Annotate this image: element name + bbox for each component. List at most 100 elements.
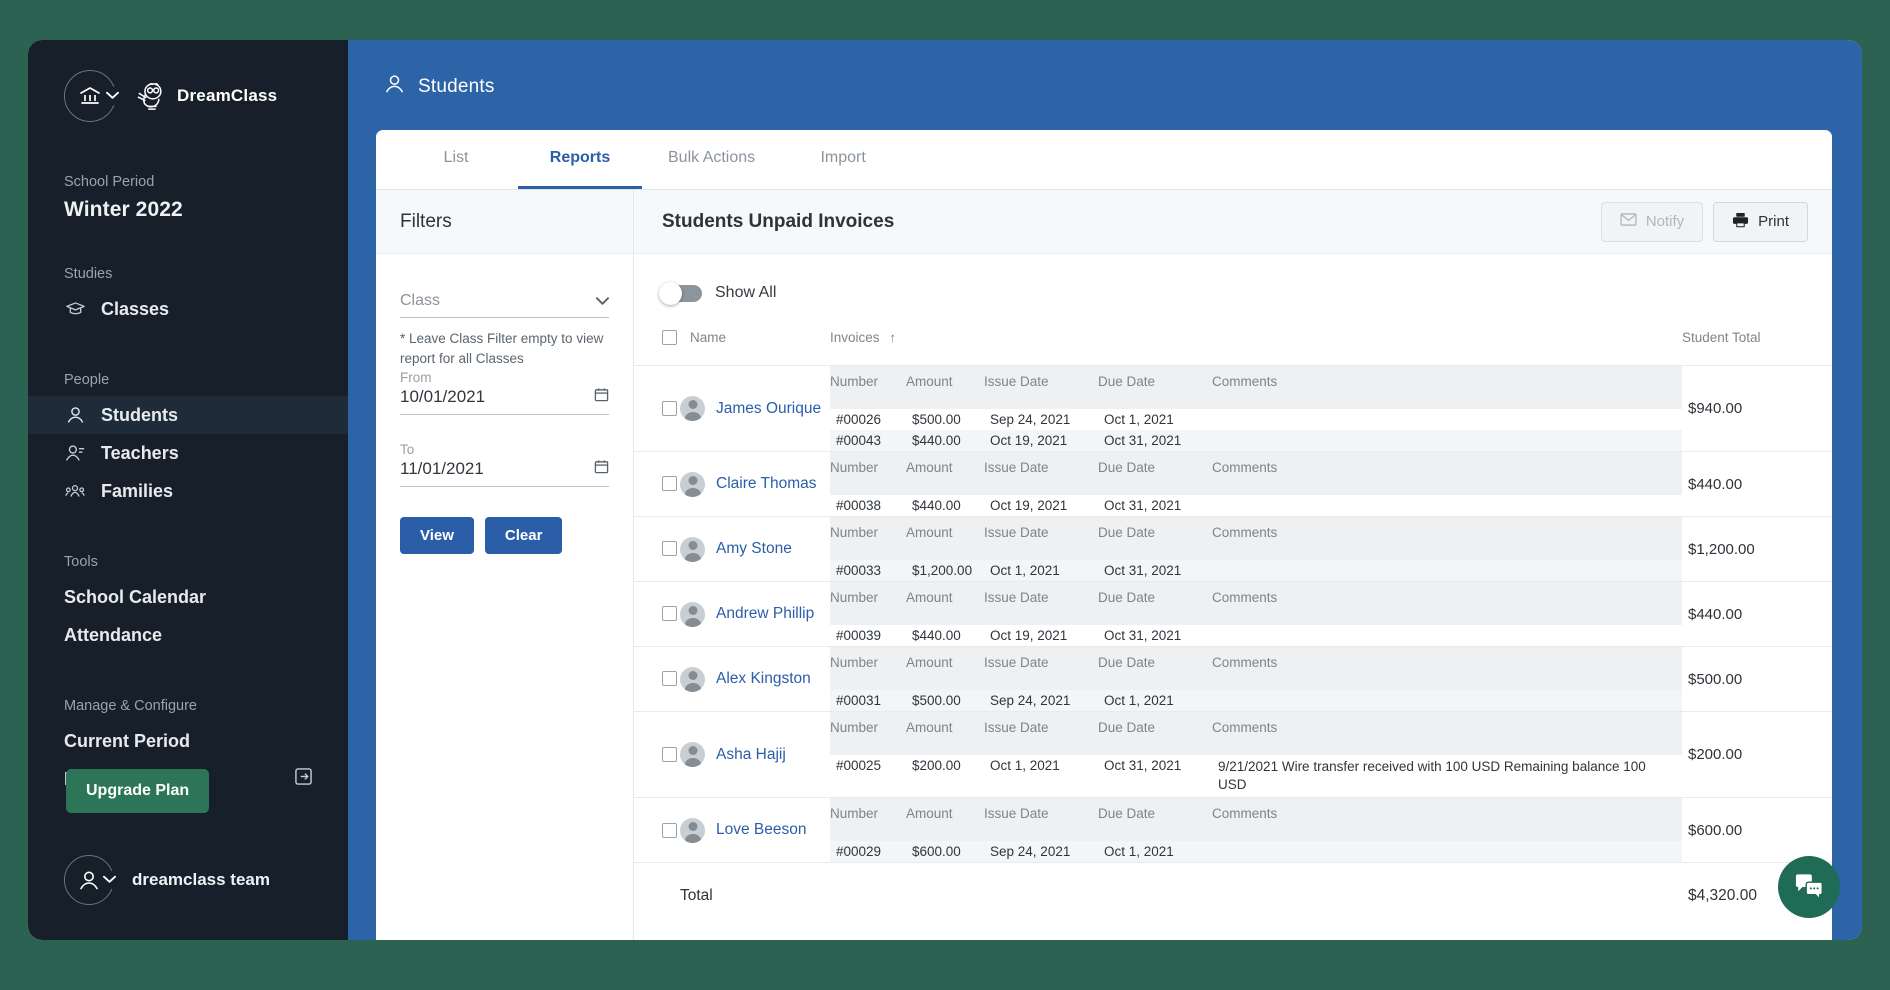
invoice-number[interactable]: #00033: [830, 560, 906, 581]
avatar: [680, 472, 705, 497]
from-date-filter[interactable]: From 10/01/2021: [400, 370, 609, 415]
calendar-icon[interactable]: [594, 459, 609, 479]
report-panel: Students Unpaid Invoices Notify: [634, 190, 1832, 940]
invoice-subtable: Number Amount Issue Date Due Date Commen…: [830, 517, 1682, 581]
unpaid-invoices-table: Name Invoices ↑ Student Total: [634, 322, 1832, 929]
clear-button[interactable]: Clear: [485, 517, 563, 554]
sidebar-item-teachers[interactable]: Teachers: [28, 434, 348, 472]
calendar-icon[interactable]: [594, 387, 609, 407]
invoice-row[interactable]: #00026 $500.00 Sep 24, 2021 Oct 1, 2021: [830, 409, 1682, 430]
invoice-subtable: Number Amount Issue Date Due Date Commen…: [830, 366, 1682, 451]
row-checkbox[interactable]: [662, 671, 677, 686]
table-row[interactable]: Amy Stone Number Amount: [634, 517, 1832, 582]
page-title: Students: [418, 76, 495, 98]
sort-asc-icon[interactable]: ↑: [889, 330, 896, 345]
view-button[interactable]: View: [400, 517, 474, 554]
sidebar-item-label: Classes: [101, 299, 169, 320]
invoice-col-comments: Comments: [1212, 517, 1682, 560]
invoice-col-issue-date: Issue Date: [984, 798, 1098, 841]
table-row[interactable]: Love Beeson Number Amount: [634, 798, 1832, 863]
sidebar-group-label-tools: Tools: [28, 554, 348, 578]
invoice-col-issue-date: Issue Date: [984, 647, 1098, 690]
invoice-row[interactable]: #00029 $600.00 Sep 24, 2021 Oct 1, 2021: [830, 841, 1682, 862]
row-checkbox[interactable]: [662, 606, 677, 621]
invoice-number[interactable]: #00039: [830, 625, 906, 646]
student-total: $440.00: [1682, 582, 1832, 647]
sidebar-item-families[interactable]: Families: [28, 472, 348, 510]
row-checkbox[interactable]: [662, 747, 677, 762]
sidebar-group-label-manage: Manage & Configure: [28, 698, 348, 722]
table-row[interactable]: Asha Hajij Number Amount: [634, 712, 1832, 798]
row-checkbox[interactable]: [662, 476, 677, 491]
invoice-row[interactable]: #00031 $500.00 Sep 24, 2021 Oct 1, 2021: [830, 690, 1682, 711]
table-row[interactable]: James Ourique Number Amount: [634, 366, 1832, 452]
student-total: $200.00: [1682, 712, 1832, 798]
select-all-checkbox[interactable]: [662, 330, 677, 345]
student-name-link[interactable]: Love Beeson: [716, 821, 807, 839]
table-header: Name Invoices ↑ Student Total: [634, 322, 1832, 366]
owl-icon: [134, 81, 168, 111]
sidebar-item-school-calendar[interactable]: School Calendar: [28, 578, 348, 616]
exit-icon[interactable]: [295, 768, 312, 790]
student-name-link[interactable]: Amy Stone: [716, 540, 792, 558]
sidebar-item-students[interactable]: Students: [28, 396, 348, 434]
tab-reports[interactable]: Reports: [518, 130, 642, 189]
avatar[interactable]: [64, 855, 114, 905]
sidebar-item-classes[interactable]: Classes: [28, 290, 348, 328]
invoice-issue-date: Oct 19, 2021: [984, 625, 1098, 646]
tab-bulk-actions[interactable]: Bulk Actions: [642, 130, 781, 189]
school-switcher-button[interactable]: [64, 70, 116, 122]
invoice-row[interactable]: #00033 $1,200.00 Oct 1, 2021 Oct 31, 202…: [830, 560, 1682, 581]
student-name-link[interactable]: James Ourique: [716, 400, 821, 418]
invoice-number[interactable]: #00043: [830, 430, 906, 451]
tab-list[interactable]: List: [394, 130, 518, 189]
invoice-number[interactable]: #00038: [830, 495, 906, 516]
invoice-number[interactable]: #00026: [830, 409, 906, 430]
avatar: [680, 818, 705, 843]
invoice-number[interactable]: #00029: [830, 841, 906, 862]
header-invoices-cell[interactable]: Invoices ↑: [830, 322, 1682, 366]
student-total: $600.00: [1682, 798, 1832, 863]
sidebar-item-current-period[interactable]: Current Period: [28, 722, 348, 760]
table-row[interactable]: Andrew Phillip Number Amount: [634, 582, 1832, 647]
chevron-down-icon: [101, 871, 118, 889]
table-row[interactable]: Claire Thomas Number Amount: [634, 452, 1832, 517]
user-account-menu[interactable]: dreamclass team: [64, 855, 270, 905]
sidebar-item-label: Attendance: [64, 625, 162, 646]
student-name-link[interactable]: Andrew Phillip: [716, 605, 814, 623]
invoice-col-amount: Amount: [906, 517, 984, 560]
invoice-row[interactable]: #00038 $440.00 Oct 19, 2021 Oct 31, 2021: [830, 495, 1682, 516]
invoice-col-issue-date: Issue Date: [984, 517, 1098, 560]
sidebar-item-attendance[interactable]: Attendance: [28, 616, 348, 654]
invoice-col-number: Number: [830, 517, 906, 560]
invoice-row[interactable]: #00025 $200.00 Oct 1, 2021 Oct 31, 2021 …: [830, 755, 1682, 797]
table-row[interactable]: Alex Kingston Number Amount: [634, 647, 1832, 712]
invoice-number[interactable]: #00031: [830, 690, 906, 711]
invoice-subtable: Number Amount Issue Date Due Date Commen…: [830, 582, 1682, 646]
row-checkbox[interactable]: [662, 823, 677, 838]
row-checkbox[interactable]: [662, 541, 677, 556]
chat-bubbles-icon: [1794, 873, 1824, 901]
sidebar-item-label: Teachers: [101, 443, 179, 464]
invoice-number[interactable]: #00025: [830, 755, 906, 797]
user-icon: [78, 870, 100, 891]
notify-button[interactable]: Notify: [1601, 202, 1703, 242]
tab-import[interactable]: Import: [781, 130, 905, 189]
invoice-col-due-date: Due Date: [1098, 798, 1212, 841]
show-all-toggle[interactable]: [662, 285, 702, 302]
student-name-link[interactable]: Alex Kingston: [716, 670, 811, 688]
student-name-link[interactable]: Asha Hajij: [716, 746, 786, 764]
to-date-filter[interactable]: To 11/01/2021: [400, 442, 609, 487]
upgrade-plan-button[interactable]: Upgrade Plan: [66, 769, 209, 813]
invoice-col-due-date: Due Date: [1098, 582, 1212, 625]
graduation-cap-icon: [64, 301, 86, 317]
invoice-row[interactable]: #00043 $440.00 Oct 19, 2021 Oct 31, 2021: [830, 430, 1682, 451]
brand-name: DreamClass: [177, 86, 277, 106]
class-filter[interactable]: Class: [400, 292, 609, 318]
print-button[interactable]: Print: [1713, 202, 1808, 242]
invoice-issue-date: Oct 1, 2021: [984, 755, 1098, 797]
student-name-link[interactable]: Claire Thomas: [716, 475, 817, 493]
row-checkbox[interactable]: [662, 401, 677, 416]
chat-widget-button[interactable]: [1778, 856, 1840, 918]
invoice-row[interactable]: #00039 $440.00 Oct 19, 2021 Oct 31, 2021: [830, 625, 1682, 646]
